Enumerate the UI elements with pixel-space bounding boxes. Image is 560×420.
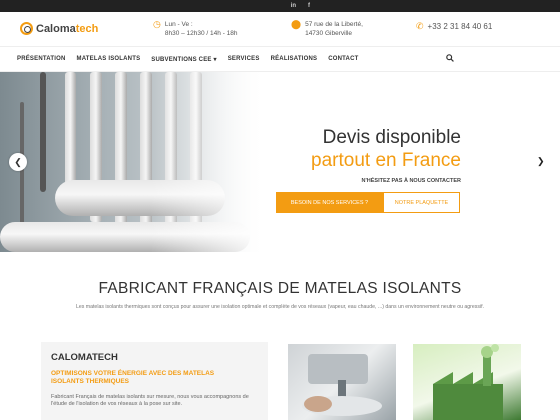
card-text: Fabricant Français de matelas isolants s… [51,394,249,407]
nav-item-contact[interactable]: CONTACT [328,56,358,62]
address-line2: 14730 Giberville [305,30,353,37]
search-icon[interactable] [446,54,454,64]
hours-line2: 8h30 – 12h30 / 14h - 18h [164,30,238,37]
main-nav: PRÉSENTATION MATELAS ISOLANTS SUBVENTION… [0,46,560,72]
brochure-button[interactable]: NOTRE PLAQUETTE [383,192,460,213]
services-button[interactable]: BESOIN DE NOS SERVICES ? [276,192,383,213]
phone[interactable]: ✆ +33 2 31 84 40 61 [416,21,493,32]
section-title: FABRICANT FRANÇAIS DE MATELAS ISOLANTS [98,280,462,297]
nav-item-subventions-cee[interactable]: SUBVENTIONS CEE ▾ [151,56,216,63]
hours-line1: Lun - Ve : [164,21,193,28]
nav-item-realisations[interactable]: RÉALISATIONS [271,56,318,62]
address: ⬤ 57 rue de la Liberté, 14730 Giberville [291,20,363,38]
slider-prev-button[interactable]: ❮ [9,153,27,171]
site-header: Calomatech ◷ Lun - Ve : 8h30 – 12h30 / 1… [0,12,560,46]
hero-subtitle: N'HÉSITEZ PAS À NOUS CONTACTER [361,178,462,184]
hero-title-line1: Devis disponible [322,127,461,148]
top-bar: in f [0,0,560,12]
linkedin-icon[interactable]: in [291,0,296,12]
logo-mark-icon [20,22,33,35]
facebook-icon[interactable]: f [308,0,310,12]
sewing-image [288,344,396,420]
company-card: CALOMATECH OPTIMISONS VOTRE ÉNERGIE AVEC… [41,342,268,420]
hero-title-line2: partout en France [311,150,461,171]
card-title: CALOMATECH [51,352,118,363]
hero-slider: ❮ ❯ Devis disponible partout en France N… [0,72,560,252]
opening-hours: ◷ Lun - Ve : 8h30 – 12h30 / 14h - 18h [153,20,238,38]
map-pin-icon: ⬤ [291,19,302,29]
feature-cards: CALOMATECH OPTIMISONS VOTRE ÉNERGIE AVEC… [41,342,521,420]
nav-item-presentation[interactable]: PRÉSENTATION [17,56,66,62]
nav-item-services[interactable]: SERVICES [228,56,260,62]
phone-number[interactable]: +33 2 31 84 40 61 [428,22,493,31]
slider-next-button[interactable]: ❯ [537,156,545,167]
clock-icon: ◷ [153,19,161,29]
section-subtitle: Les matelas isolants thermiques sont con… [75,304,485,310]
chevron-down-icon: ▾ [213,56,217,63]
card-subtitle: OPTIMISONS VOTRE ÉNERGIE AVEC DES MATELA… [51,370,215,385]
phone-icon: ✆ [416,21,424,31]
green-factory-image [413,344,521,420]
logo-text: Calomatech [36,22,99,35]
site-logo[interactable]: Calomatech [20,22,98,35]
address-line1: 57 rue de la Liberté, [305,21,363,28]
nav-item-matelas-isolants[interactable]: MATELAS ISOLANTS [77,56,141,62]
